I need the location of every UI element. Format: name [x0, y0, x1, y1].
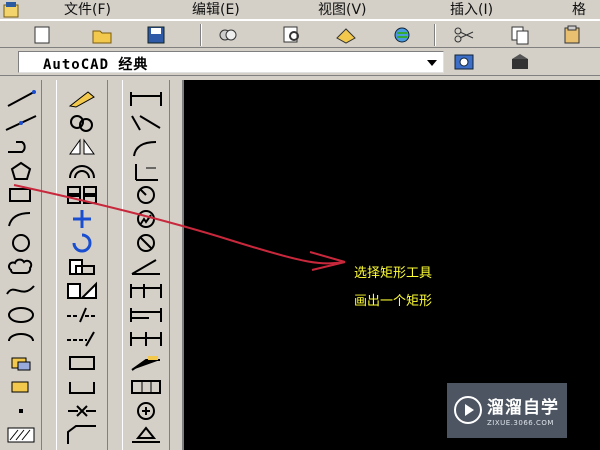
diameter-dimension-icon[interactable]: [123, 232, 169, 254]
watermark-url: ZIXUE.3066.COM: [487, 419, 554, 427]
toolbar-separator: [434, 24, 436, 46]
publish-icon[interactable]: [334, 24, 358, 46]
polyline-icon[interactable]: [0, 136, 41, 158]
quick-leader-icon[interactable]: [123, 352, 169, 374]
palette-gap: [108, 80, 122, 450]
circle-icon[interactable]: [0, 232, 41, 254]
dropdown-arrow-icon[interactable]: [427, 60, 437, 66]
plot-preview-icon[interactable]: [280, 24, 304, 46]
palette-gap: [42, 80, 56, 450]
make-block-icon[interactable]: [0, 376, 41, 398]
arc-icon[interactable]: [0, 208, 41, 230]
annotation-line-2: 画出一个矩形: [354, 294, 433, 309]
open-folder-icon[interactable]: [90, 24, 114, 46]
annotation-line-1: 选择矩形工具: [354, 266, 433, 281]
menu-format[interactable]: 格: [572, 1, 586, 19]
copy-icon[interactable]: [508, 24, 532, 46]
workspace-selected-value: AutoCAD 经典: [43, 57, 149, 73]
workspace-dropdown[interactable]: AutoCAD 经典: [18, 51, 444, 73]
modify-toolbar: [56, 80, 108, 450]
chamfer-icon[interactable]: [57, 424, 107, 446]
paste-icon[interactable]: [560, 24, 584, 46]
draw-toolbar: [0, 80, 42, 450]
quick-dimension-icon[interactable]: [123, 280, 169, 302]
polygon-icon[interactable]: [0, 160, 41, 182]
break-icon[interactable]: [57, 376, 107, 398]
rectangle-icon[interactable]: [0, 184, 41, 206]
arc-length-icon[interactable]: [123, 136, 169, 158]
workspace-settings-icon[interactable]: [452, 51, 476, 73]
save-icon[interactable]: [144, 24, 168, 46]
ellipse-arc-icon[interactable]: [0, 328, 41, 350]
cut-scissors-icon[interactable]: [452, 24, 476, 46]
ordinate-dimension-icon[interactable]: [123, 160, 169, 182]
menu-insert[interactable]: 插入(I): [450, 1, 493, 19]
tolerance-icon[interactable]: [123, 376, 169, 398]
array-icon[interactable]: [57, 184, 107, 206]
standard-toolbar: [0, 20, 600, 48]
move-icon[interactable]: [57, 208, 107, 230]
palette-gap: [170, 80, 182, 450]
offset-icon[interactable]: [57, 160, 107, 182]
watermark-logo: 溜溜自学 ZIXUE.3066.COM: [447, 383, 567, 438]
mirror-icon[interactable]: [57, 136, 107, 158]
join-icon[interactable]: [57, 400, 107, 422]
spline-icon[interactable]: [0, 280, 41, 302]
plot-icon[interactable]: [216, 24, 240, 46]
scale-icon[interactable]: [57, 256, 107, 278]
trim-icon[interactable]: [57, 304, 107, 326]
angular-dimension-icon[interactable]: [123, 256, 169, 278]
menu-file[interactable]: 文件(F): [64, 1, 111, 19]
baseline-dimension-icon[interactable]: [123, 304, 169, 326]
linear-dimension-icon[interactable]: [123, 88, 169, 110]
construction-line-icon[interactable]: [0, 112, 41, 134]
rotate-icon[interactable]: [57, 232, 107, 254]
point-icon[interactable]: [0, 400, 41, 422]
my-workspace-icon[interactable]: [508, 51, 532, 73]
center-mark-icon[interactable]: [123, 400, 169, 422]
dimension-edit-icon[interactable]: [123, 424, 169, 446]
workspaces-toolbar: AutoCAD 经典: [0, 48, 600, 76]
publish-web-icon[interactable]: [390, 24, 414, 46]
continue-dimension-icon[interactable]: [123, 328, 169, 350]
jogged-dimension-icon[interactable]: [123, 208, 169, 230]
menu-bar: 文件(F) 编辑(E) 视图(V) 插入(I) 格: [0, 0, 600, 20]
menu-view[interactable]: 视图(V): [318, 1, 367, 19]
watermark-brand: 溜溜自学: [487, 398, 559, 418]
new-drawing-icon[interactable]: [30, 24, 54, 46]
aligned-dimension-icon[interactable]: [123, 112, 169, 134]
extend-icon[interactable]: [57, 328, 107, 350]
hatch-icon[interactable]: [0, 424, 41, 446]
revision-cloud-icon[interactable]: [0, 256, 41, 278]
erase-icon[interactable]: [57, 88, 107, 110]
dimension-toolbar: [122, 80, 170, 450]
insert-block-icon[interactable]: [0, 352, 41, 374]
autocad-app-icon[interactable]: [2, 1, 22, 19]
radius-dimension-icon[interactable]: [123, 184, 169, 206]
line-tool-icon[interactable]: [0, 88, 41, 110]
break-at-point-icon[interactable]: [57, 352, 107, 374]
toolbar-separator: [200, 24, 202, 46]
menu-edit[interactable]: 编辑(E): [192, 1, 240, 19]
stretch-icon[interactable]: [57, 280, 107, 302]
ellipse-icon[interactable]: [0, 304, 41, 326]
copy-object-icon[interactable]: [57, 112, 107, 134]
play-logo-icon: [454, 396, 482, 424]
